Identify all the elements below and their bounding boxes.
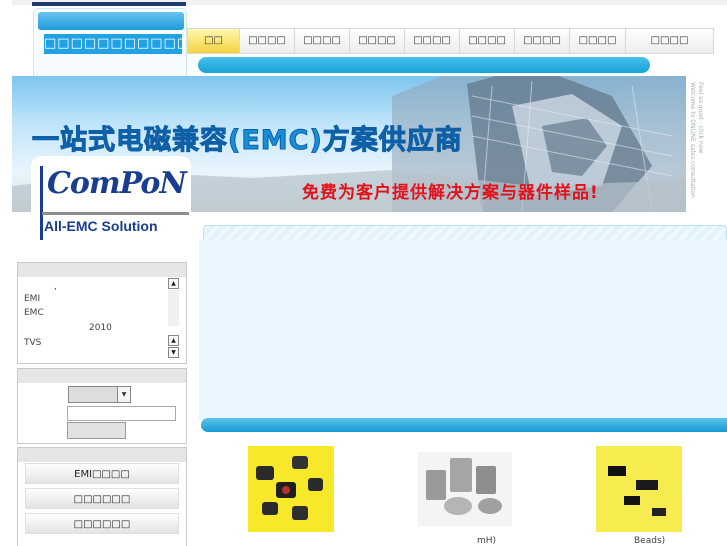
- nav-item[interactable]: □□□□: [626, 29, 713, 53]
- nav-item[interactable]: □□□□: [515, 29, 570, 53]
- vertical-side-text: Feel so good - click now Welcome to ONLI…: [688, 82, 712, 210]
- product-image-chokes[interactable]: [418, 452, 512, 526]
- news-panel-header: [18, 263, 186, 277]
- news-item[interactable]: EMI: [24, 294, 40, 304]
- logo-divider: [42, 212, 189, 215]
- banner-slogan: 一站式电磁兼容(EMC)方案供应商: [32, 125, 463, 157]
- chevron-down-icon[interactable]: ▼: [117, 387, 130, 402]
- category-item[interactable]: □□□□□□: [25, 513, 179, 534]
- nav-item[interactable]: □□□□: [570, 29, 626, 53]
- nav-item[interactable]: □□□□: [405, 29, 460, 53]
- nav-item[interactable]: □□□□: [350, 29, 405, 53]
- inductor-parts-icon: [256, 456, 323, 520]
- section-divider-bar: [201, 418, 727, 432]
- nav-item[interactable]: □□□□: [240, 29, 295, 53]
- search-panel-header: [18, 369, 186, 383]
- logo-wordmark[interactable]: ComPoN: [47, 166, 187, 201]
- product-image-inductors[interactable]: [248, 446, 334, 532]
- category-panel-header: [18, 448, 186, 462]
- side-text-line: Welcome to ONLINE sales consultation: [689, 82, 696, 198]
- search-panel: ▼: [17, 368, 187, 444]
- news-item[interactable]: ,: [54, 282, 57, 292]
- news-item[interactable]: 2010: [89, 323, 112, 333]
- scroll-up-icon[interactable]: ▲: [168, 278, 179, 289]
- scroll-down-icon[interactable]: ▼: [168, 347, 179, 358]
- news-panel: , EMI EMC 2010 TVS ▲ ▲ ▼: [17, 262, 187, 364]
- nav-item[interactable]: □□□□: [295, 29, 350, 53]
- top-accent-bar: [32, 2, 186, 6]
- nav-item[interactable]: □□□□: [460, 29, 515, 53]
- search-button[interactable]: [67, 422, 126, 439]
- category-panel: EMI□□□□ □□□□□□ □□□□□□: [17, 447, 187, 546]
- scroll-up-icon[interactable]: ▲: [168, 335, 179, 346]
- ferrite-bead-icon: [608, 466, 666, 516]
- product-image-beads[interactable]: [596, 446, 682, 532]
- news-item[interactable]: TVS: [24, 338, 41, 348]
- category-item[interactable]: EMI□□□□: [25, 463, 179, 484]
- category-select[interactable]: ▼: [68, 386, 131, 403]
- marquee-bar: [198, 57, 650, 73]
- logo-tagline: All-EMC Solution: [44, 218, 158, 234]
- side-text-line: Feel so good - click now: [697, 82, 704, 154]
- news-scrollbar-track[interactable]: [168, 290, 179, 326]
- site-title: □□□□□□□□□□□□□: [44, 34, 216, 54]
- category-item[interactable]: □□□□□□: [25, 488, 179, 509]
- main-nav: □□ □□□□ □□□□ □□□□ □□□□ □□□□ □□□□ □□□□ □□…: [187, 28, 714, 54]
- choke-parts-icon: [426, 458, 502, 515]
- keyword-input[interactable]: [67, 406, 176, 421]
- logo-accent: [40, 166, 43, 240]
- nav-item-home[interactable]: □□: [188, 29, 240, 53]
- news-item[interactable]: EMC: [24, 308, 44, 318]
- banner-subline: 免费为客户提供解决方案与器件样品!: [302, 183, 599, 203]
- title-decor-bar: [38, 12, 184, 30]
- main-content-area: [199, 240, 727, 420]
